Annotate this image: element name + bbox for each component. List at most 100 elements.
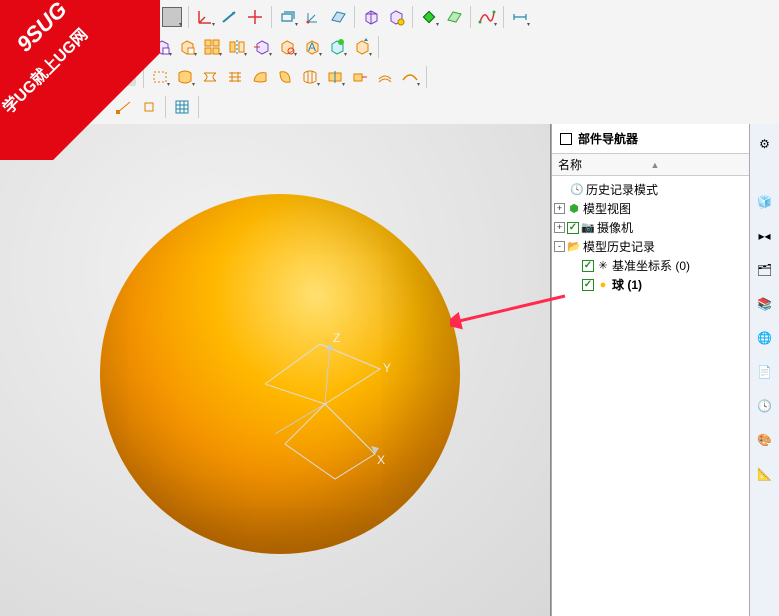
- measure-icon: 📐: [757, 467, 772, 481]
- checkbox-icon[interactable]: ✓: [567, 222, 579, 234]
- tree-node-history-mode[interactable]: 🕓 历史记录模式: [554, 180, 747, 199]
- constraint-nav-button[interactable]: ▸◂: [753, 224, 777, 248]
- roles-button[interactable]: 🎨: [753, 428, 777, 452]
- tree-label: 摄像机: [597, 219, 633, 236]
- reuse-library-button[interactable]: 📚: [753, 292, 777, 316]
- checkbox-icon[interactable]: ✓: [582, 260, 594, 272]
- toolbar-row-4: [0, 92, 779, 122]
- wcs-icon[interactable]: [193, 5, 217, 29]
- blocks-icon: 🧊: [757, 195, 772, 209]
- camera-icon: 📷: [581, 221, 595, 235]
- checkbox-icon[interactable]: ✓: [582, 279, 594, 291]
- expand-icon[interactable]: +: [554, 203, 565, 214]
- tree-label: 历史记录模式: [586, 181, 658, 198]
- column-sort-icon: ▲: [651, 160, 744, 170]
- surface-sweep-icon[interactable]: [248, 65, 272, 89]
- surface-offset-icon[interactable]: [373, 65, 397, 89]
- plane-icon[interactable]: [326, 5, 350, 29]
- boolean-unite-icon[interactable]: [100, 35, 124, 59]
- toolbar-row-1: [0, 2, 779, 32]
- tree-node-model-views[interactable]: + ⬢ 模型视图: [554, 199, 747, 218]
- toolbar-container: A: [0, 0, 779, 125]
- clock-icon: 🕓: [570, 183, 584, 197]
- tree-node-sphere[interactable]: ✓ ● 球 (1): [554, 275, 747, 294]
- cube-key-icon[interactable]: [384, 5, 408, 29]
- disabled-tool-3-icon: [115, 65, 139, 89]
- page-icon: 📄: [757, 365, 772, 379]
- tree-label: 球 (1): [612, 276, 642, 293]
- collapse-icon[interactable]: -: [554, 241, 565, 252]
- cube-green-icon: ⬢: [567, 202, 581, 216]
- panel-title-bar: 部件导航器: [552, 124, 749, 154]
- disabled-tool-1-icon: [65, 65, 89, 89]
- select-point-icon[interactable]: [54, 95, 78, 119]
- cube-view-icon[interactable]: [359, 5, 383, 29]
- surface-fill-icon[interactable]: [273, 65, 297, 89]
- surface-bridge-icon[interactable]: [398, 65, 422, 89]
- expand-icon[interactable]: +: [554, 222, 565, 233]
- grid-icon[interactable]: [170, 95, 194, 119]
- tree-label: 模型历史记录: [583, 238, 655, 255]
- tree-node-cameras[interactable]: + ✓ 📷 摄像机: [554, 218, 747, 237]
- gear-icon: ⚙: [759, 137, 770, 151]
- snap-mid-icon[interactable]: [137, 95, 161, 119]
- surface-nnet-icon[interactable]: [298, 65, 322, 89]
- layers-icon: 🗂: [757, 263, 772, 277]
- color-swatch-button[interactable]: [160, 5, 184, 29]
- process-studio-button[interactable]: 📐: [753, 462, 777, 486]
- select-rect-icon[interactable]: [4, 95, 28, 119]
- constraint-icon: ▸◂: [758, 229, 770, 243]
- svg-text:A: A: [308, 40, 316, 54]
- dimension-icon[interactable]: [508, 5, 532, 29]
- column-header[interactable]: 名称 ▲: [552, 154, 749, 176]
- 3d-viewport[interactable]: X Z Y: [0, 124, 551, 616]
- feature-purple2-icon[interactable]: [250, 35, 274, 59]
- snap-end-icon[interactable]: [112, 95, 136, 119]
- rect-select-icon[interactable]: [148, 65, 172, 89]
- csys-icon[interactable]: [301, 5, 325, 29]
- folder-icon: 📂: [567, 240, 581, 254]
- snap-cross-icon[interactable]: [87, 95, 111, 119]
- select-circle-icon[interactable]: [29, 95, 53, 119]
- color-swatch: [162, 7, 182, 27]
- web-browser-button[interactable]: 🌐: [753, 326, 777, 350]
- books-icon: 📚: [757, 297, 772, 311]
- hd3d-button[interactable]: 📄: [753, 360, 777, 384]
- surface-grid-icon[interactable]: [223, 65, 247, 89]
- surface-loft-icon[interactable]: [198, 65, 222, 89]
- green-diamond-icon[interactable]: [417, 5, 441, 29]
- layer-nav-button[interactable]: 🗂: [753, 258, 777, 282]
- feature-orange2-icon[interactable]: [275, 35, 299, 59]
- feature-cube-purple-icon[interactable]: [150, 35, 174, 59]
- move-feature-icon[interactable]: [350, 35, 374, 59]
- boolean-subtract-icon[interactable]: [125, 35, 149, 59]
- history-button[interactable]: 🕓: [753, 394, 777, 418]
- text-feature-icon[interactable]: A: [300, 35, 324, 59]
- palette-icon: 🎨: [757, 433, 772, 447]
- axis-x-icon[interactable]: [218, 5, 242, 29]
- spline-red-icon[interactable]: [475, 5, 499, 29]
- globe-icon: 🌐: [757, 331, 772, 345]
- toolbar-row-3: [0, 62, 779, 92]
- disabled-tool-2-icon: [90, 65, 114, 89]
- move-icon[interactable]: [243, 5, 267, 29]
- surface-extend-icon[interactable]: [348, 65, 372, 89]
- main-area: X Z Y 部件导航器 名称 ▲ 🕓 历史记录模式 +: [0, 124, 779, 616]
- model-sphere[interactable]: [100, 194, 460, 554]
- wave-link-icon[interactable]: [325, 35, 349, 59]
- mirror-icon[interactable]: [225, 35, 249, 59]
- green-plane-icon[interactable]: [442, 5, 466, 29]
- pattern-icon[interactable]: [200, 35, 224, 59]
- layer-icon[interactable]: [276, 5, 300, 29]
- tree-node-model-history[interactable]: - 📂 模型历史记录: [554, 237, 747, 256]
- csys-icon: ✳: [596, 259, 610, 273]
- assembly-nav-button[interactable]: 🧊: [753, 190, 777, 214]
- surface-patch-icon[interactable]: [173, 65, 197, 89]
- toolbar-row-2: A: [0, 32, 779, 62]
- settings-button[interactable]: ⚙: [753, 132, 777, 156]
- sphere-icon: ●: [596, 278, 610, 292]
- feature-cube-orange-icon[interactable]: [175, 35, 199, 59]
- panel-title-icon: [560, 133, 572, 145]
- tree-node-datum-csys[interactable]: ✓ ✳ 基准坐标系 (0): [554, 256, 747, 275]
- surface-trim-icon[interactable]: [323, 65, 347, 89]
